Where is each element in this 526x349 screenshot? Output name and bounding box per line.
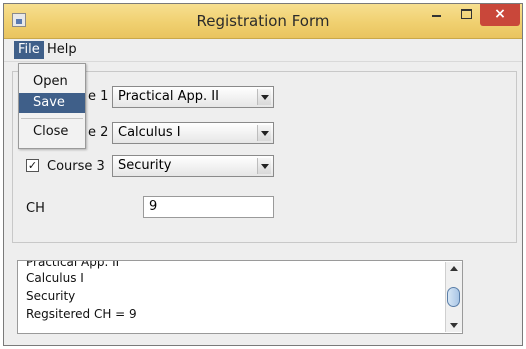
course-2-label: e 2 [88,125,109,140]
course-2-value: Calculus I [118,125,181,140]
close-button[interactable]: × [480,4,520,26]
output-scrollbar[interactable] [445,262,462,332]
ch-input[interactable]: 9 [143,196,274,218]
output-textarea[interactable]: Practical App. II Calculus I Security Re… [17,260,463,334]
course-1-label: e 1 [88,89,109,104]
ch-label: CH [26,201,45,216]
chevron-down-icon[interactable] [257,158,271,174]
menu-file[interactable]: File [14,41,44,59]
course-3-value: Security [118,158,172,173]
course-2-combo[interactable]: Calculus I [112,122,274,144]
scroll-down-icon[interactable] [446,318,462,332]
menu-item-open[interactable]: Open [19,72,85,92]
menu-help[interactable]: Help [43,41,81,59]
course-3-combo[interactable]: Security [112,155,274,177]
output-line: Security [26,289,76,303]
title-bar[interactable]: Registration Form × [4,4,522,39]
menu-item-close[interactable]: Close [19,122,85,142]
maximize-button[interactable] [454,4,478,26]
chevron-down-icon[interactable] [257,125,271,141]
output-line: Calculus I [26,271,84,285]
registration-window: Registration Form × File Help e 1 Practi… [3,3,523,346]
course-1-value: Practical App. II [118,89,219,104]
scroll-up-icon[interactable] [446,262,462,276]
menu-bar: File Help [4,39,522,62]
minimize-button[interactable] [424,4,448,26]
scroll-thumb[interactable] [447,287,460,307]
menu-separator [21,118,83,119]
course-3-label: Course 3 [47,159,105,174]
menu-item-save[interactable]: Save [19,93,85,113]
course-1-combo[interactable]: Practical App. II [112,86,274,108]
chevron-down-icon[interactable] [257,89,271,105]
output-line: Regsitered CH = 9 [26,307,137,321]
file-menu-dropdown: Open Save Close [18,63,86,149]
course-3-checkbox[interactable]: ✓ [26,159,39,172]
output-line: Practical App. II [26,260,120,269]
